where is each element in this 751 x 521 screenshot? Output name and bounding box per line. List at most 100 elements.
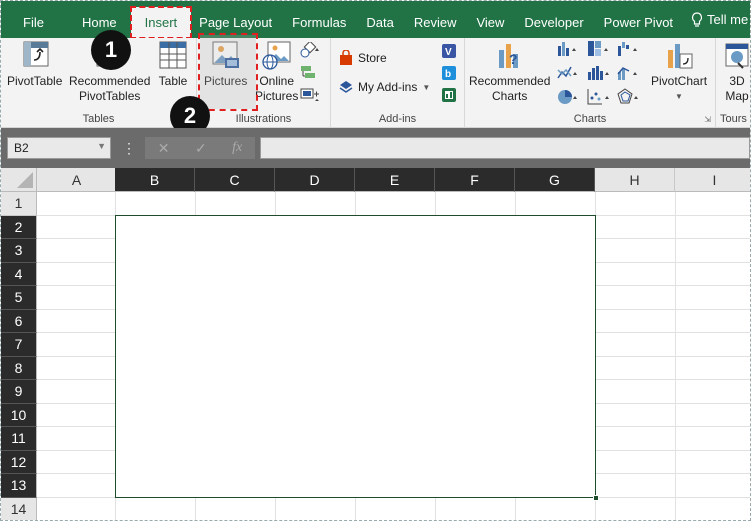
statistic-chart-icon[interactable]	[587, 64, 613, 82]
pie-chart-icon[interactable]	[557, 88, 583, 106]
row-header-14[interactable]: 14	[1, 497, 37, 520]
table-label: Table	[158, 74, 188, 88]
row-header-8[interactable]: 8	[1, 356, 37, 380]
row-header-13[interactable]: 13	[1, 474, 37, 498]
tab-review[interactable]: Review	[404, 1, 467, 38]
step-1-badge: 1	[91, 30, 131, 70]
column-header-a[interactable]: A	[37, 168, 117, 192]
column-header-e[interactable]: E	[355, 168, 435, 192]
pivottable-icon	[23, 41, 49, 67]
tab-page-layout[interactable]: Page Layout	[191, 1, 282, 38]
people-graph-icon[interactable]	[442, 88, 456, 102]
combo-chart-icon[interactable]	[617, 64, 643, 82]
addins-group-label: Add-ins	[378, 113, 417, 125]
row-header-2[interactable]: 2	[1, 215, 37, 239]
scatter-chart-icon[interactable]	[587, 88, 613, 106]
screenshot-button[interactable]	[300, 86, 322, 102]
recommended-pivottables-label-2: PivotTables	[79, 89, 141, 103]
store-button[interactable]: Store	[339, 50, 387, 66]
column-header-c[interactable]: C	[195, 168, 275, 192]
recommended-pivottables-label-1: Recommended	[69, 74, 151, 88]
recommended-charts-label-2: Charts	[492, 89, 528, 103]
my-addins-button[interactable]: My Add-ins ▼	[339, 80, 430, 94]
tell-me-search[interactable]: Tell me	[683, 11, 749, 28]
tab-insert[interactable]: Insert	[129, 6, 193, 39]
row-header-5[interactable]: 5	[1, 286, 37, 310]
cancel-icon[interactable]: ✕	[158, 140, 170, 157]
row-header-6[interactable]: 6	[1, 309, 37, 333]
tell-me-label: Tell me	[707, 12, 749, 27]
addins-group: Store My Add-ins ▼ V b Add-ins	[331, 38, 465, 128]
table-button[interactable]: Table	[158, 40, 188, 89]
formula-input[interactable]	[260, 137, 750, 159]
row-header-7[interactable]: 7	[1, 333, 37, 357]
smartart-button[interactable]	[300, 64, 316, 80]
tab-file[interactable]: File	[1, 1, 58, 38]
waterfall-chart-icon[interactable]	[617, 40, 643, 58]
row-header-10[interactable]: 10	[1, 403, 37, 427]
tab-formulas[interactable]: Formulas	[282, 1, 356, 38]
online-pictures-icon	[262, 41, 291, 70]
row-header-11[interactable]: 11	[1, 427, 37, 451]
name-box[interactable]: B2 ▼	[7, 137, 111, 159]
tab-view[interactable]: View	[466, 1, 514, 38]
column-header-i[interactable]: I	[675, 168, 750, 192]
worksheet-grid[interactable]: A B C D E F G H I 1 2 3 4 5 6 7 8 9 10 11 12 13 14	[1, 168, 750, 520]
my-addins-label: My Add-ins	[358, 80, 418, 94]
selected-range[interactable]	[115, 215, 599, 501]
tab-power-pivot[interactable]: Power Pivot	[594, 1, 683, 38]
row-header-4[interactable]: 4	[1, 262, 37, 286]
pivotchart-dropdown-icon[interactable]: ▼	[675, 89, 683, 104]
pivotchart-icon	[668, 44, 693, 69]
table-icon	[159, 41, 187, 69]
tab-developer[interactable]: Developer	[514, 1, 593, 38]
hierarchy-chart-icon[interactable]	[587, 40, 613, 58]
smartart-icon	[301, 66, 315, 78]
row-header-9[interactable]: 9	[1, 380, 37, 404]
shapes-button[interactable]	[300, 42, 322, 58]
recommended-charts-button[interactable]: ? Recommended Charts	[469, 40, 550, 104]
fill-handle[interactable]	[593, 495, 599, 501]
name-box-value: B2	[14, 141, 29, 155]
column-chart-icon[interactable]	[557, 40, 583, 58]
3d-map-button[interactable]: 3D Map	[722, 40, 750, 104]
tab-data[interactable]: Data	[356, 1, 403, 38]
radar-chart-icon[interactable]	[617, 88, 643, 106]
store-icon	[340, 50, 352, 65]
enter-icon[interactable]: ✓	[195, 140, 207, 157]
formula-buttons: ✕ ✓ fx	[145, 137, 255, 159]
shapes-icon	[300, 42, 319, 58]
column-header-g[interactable]: G	[515, 168, 595, 192]
formula-bar-resize-handle[interactable]: ⋮	[122, 140, 136, 157]
column-header-b[interactable]: B	[115, 168, 195, 192]
charts-dialog-launcher-icon[interactable]: ⇲	[704, 115, 711, 124]
charts-group-label: Charts	[573, 113, 607, 125]
3d-map-label-2: Map	[725, 89, 749, 103]
insert-function-icon[interactable]: fx	[232, 140, 242, 156]
bing-maps-icon[interactable]: b	[442, 66, 456, 80]
tours-group-label: Tours	[720, 113, 747, 125]
pivottable-button[interactable]: PivotTable	[7, 40, 62, 89]
column-header-d[interactable]: D	[275, 168, 355, 192]
column-header-f[interactable]: F	[435, 168, 515, 192]
visio-addin-icon[interactable]: V	[442, 44, 456, 58]
row-header-12[interactable]: 12	[1, 450, 37, 474]
svg-text:V: V	[445, 47, 452, 58]
online-pictures-label-2: Pictures	[255, 89, 299, 103]
online-pictures-button[interactable]: Online Pictures	[255, 40, 298, 104]
svg-text:?: ?	[509, 51, 518, 67]
row-header-3[interactable]: 3	[1, 239, 37, 263]
row-header-1[interactable]: 1	[1, 192, 37, 216]
column-header-h[interactable]: H	[595, 168, 675, 192]
charts-group: ? Recommended Charts PivotChart ▼ Charts…	[465, 38, 716, 128]
name-box-dropdown-icon[interactable]: ▼	[97, 141, 106, 151]
my-addins-dropdown-icon[interactable]: ▼	[422, 83, 430, 92]
select-all-button[interactable]	[1, 168, 37, 192]
tables-group-label: Tables	[82, 113, 115, 125]
my-addins-icon	[339, 81, 353, 93]
grid-column-line	[675, 192, 676, 520]
pivotchart-button[interactable]: PivotChart ▼	[651, 40, 707, 104]
3d-map-label-1: 3D	[729, 74, 745, 88]
excel-window: File Home Insert Page Layout Formulas Da…	[0, 0, 751, 521]
line-chart-icon[interactable]	[557, 64, 583, 82]
